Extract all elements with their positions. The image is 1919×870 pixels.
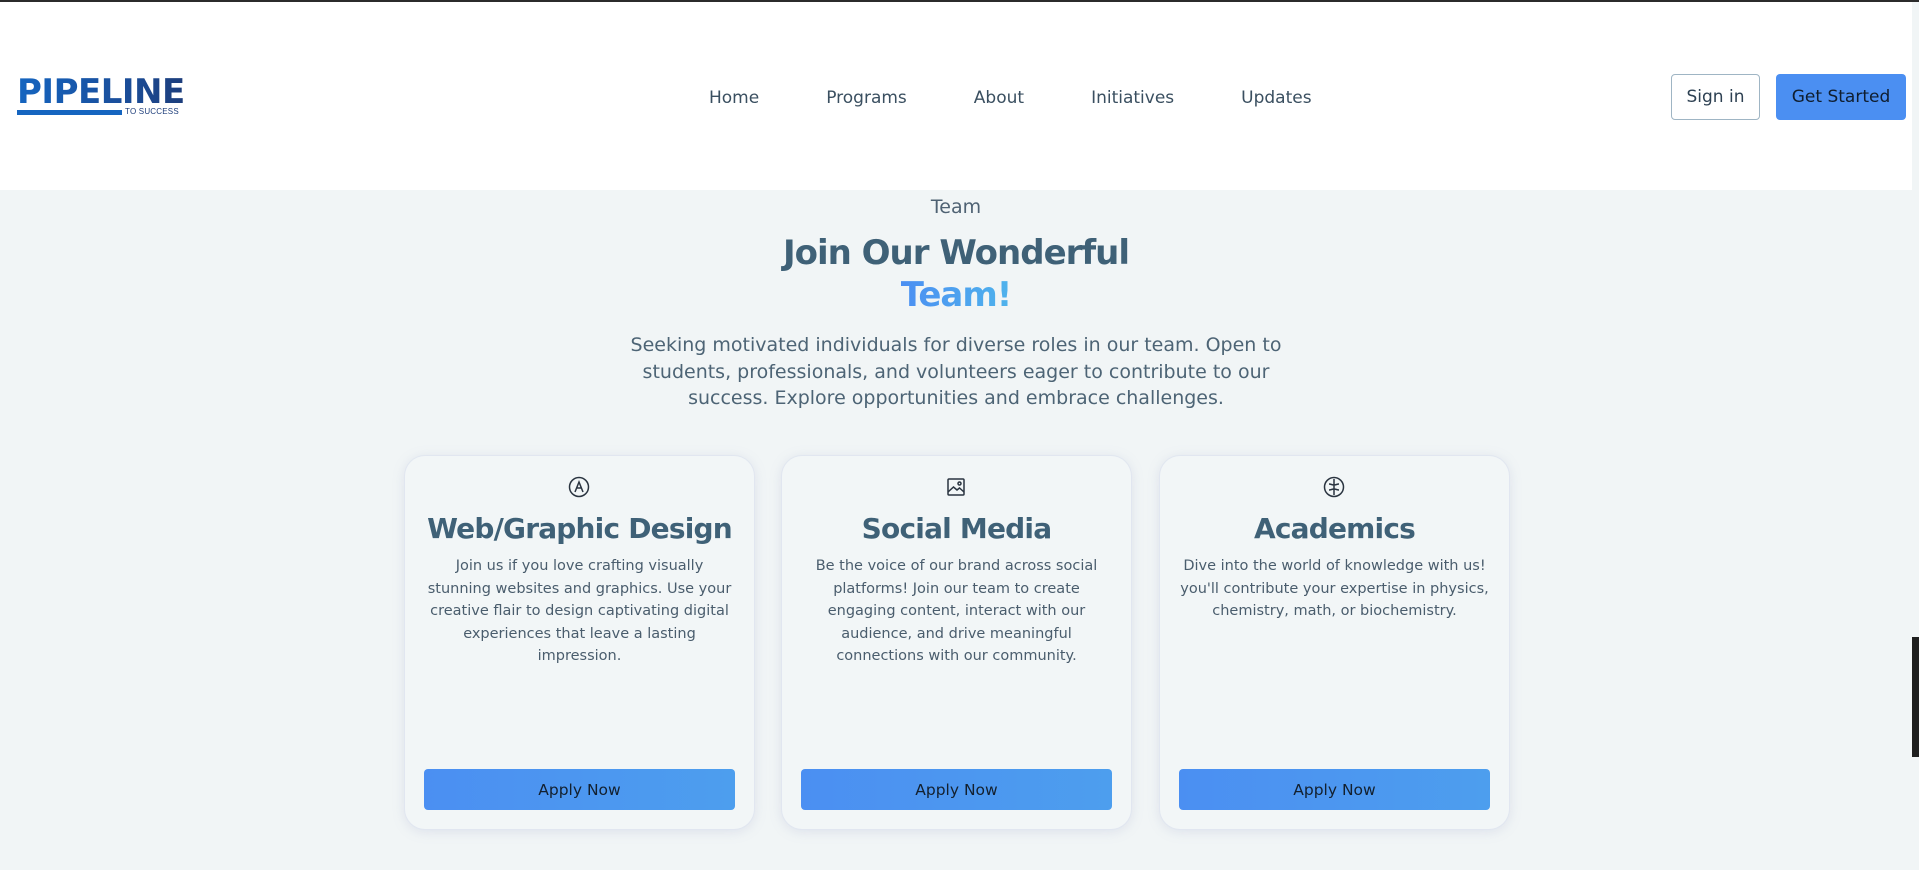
card-title: Academics: [1253, 512, 1416, 545]
nav-link-updates[interactable]: Updates: [1241, 86, 1311, 110]
section-eyebrow: Team: [930, 196, 982, 218]
card-title: Web/Graphic Design: [427, 512, 733, 545]
section-title-accent: Team!: [900, 275, 1013, 315]
nav-link-programs[interactable]: Programs: [826, 86, 907, 110]
section-title: Join Our Wonderful: [782, 233, 1130, 273]
apply-now-button[interactable]: Apply Now: [1179, 769, 1490, 810]
card-description: Join us if you love crafting visually st…: [427, 558, 732, 664]
role-card-academics: Academics Dive into the world of knowled…: [1160, 456, 1509, 829]
apply-now-button[interactable]: Apply Now: [424, 769, 735, 810]
nav-link-about[interactable]: About: [974, 86, 1024, 110]
role-card-web-design: Web/Graphic Design Join us if you love c…: [405, 456, 754, 829]
section-title-accent-wrap: Team!: [0, 274, 1912, 316]
nav-link-initiatives[interactable]: Initiatives: [1091, 86, 1174, 110]
site-header: PIPELINE TO SUCCESS Home Programs About …: [0, 2, 1912, 190]
logo-tagline: TO SUCCESS: [125, 107, 179, 116]
card-description: Dive into the world of knowledge with us…: [1180, 558, 1489, 619]
card-description: Be the voice of our brand across social …: [815, 558, 1098, 664]
site-logo[interactable]: PIPELINE TO SUCCESS: [17, 74, 187, 120]
scrollbar-thumb[interactable]: [1912, 637, 1919, 757]
pen-circle-icon: [568, 476, 590, 498]
logo-wordmark: PIPELINE: [17, 74, 187, 110]
logo-underline: [17, 110, 122, 115]
brain-icon: [1323, 476, 1345, 498]
apply-now-button[interactable]: Apply Now: [801, 769, 1112, 810]
get-started-button[interactable]: Get Started: [1776, 74, 1906, 120]
card-title: Social Media: [861, 512, 1052, 545]
section-description: Seeking motivated individuals for divers…: [630, 334, 1282, 409]
sign-in-button[interactable]: Sign in: [1671, 74, 1760, 120]
image-icon: [945, 476, 967, 498]
role-card-social-media: Social Media Be the voice of our brand a…: [782, 456, 1131, 829]
nav-link-home[interactable]: Home: [709, 86, 759, 110]
main-nav: Home Programs About Initiatives Updates: [709, 86, 1312, 110]
